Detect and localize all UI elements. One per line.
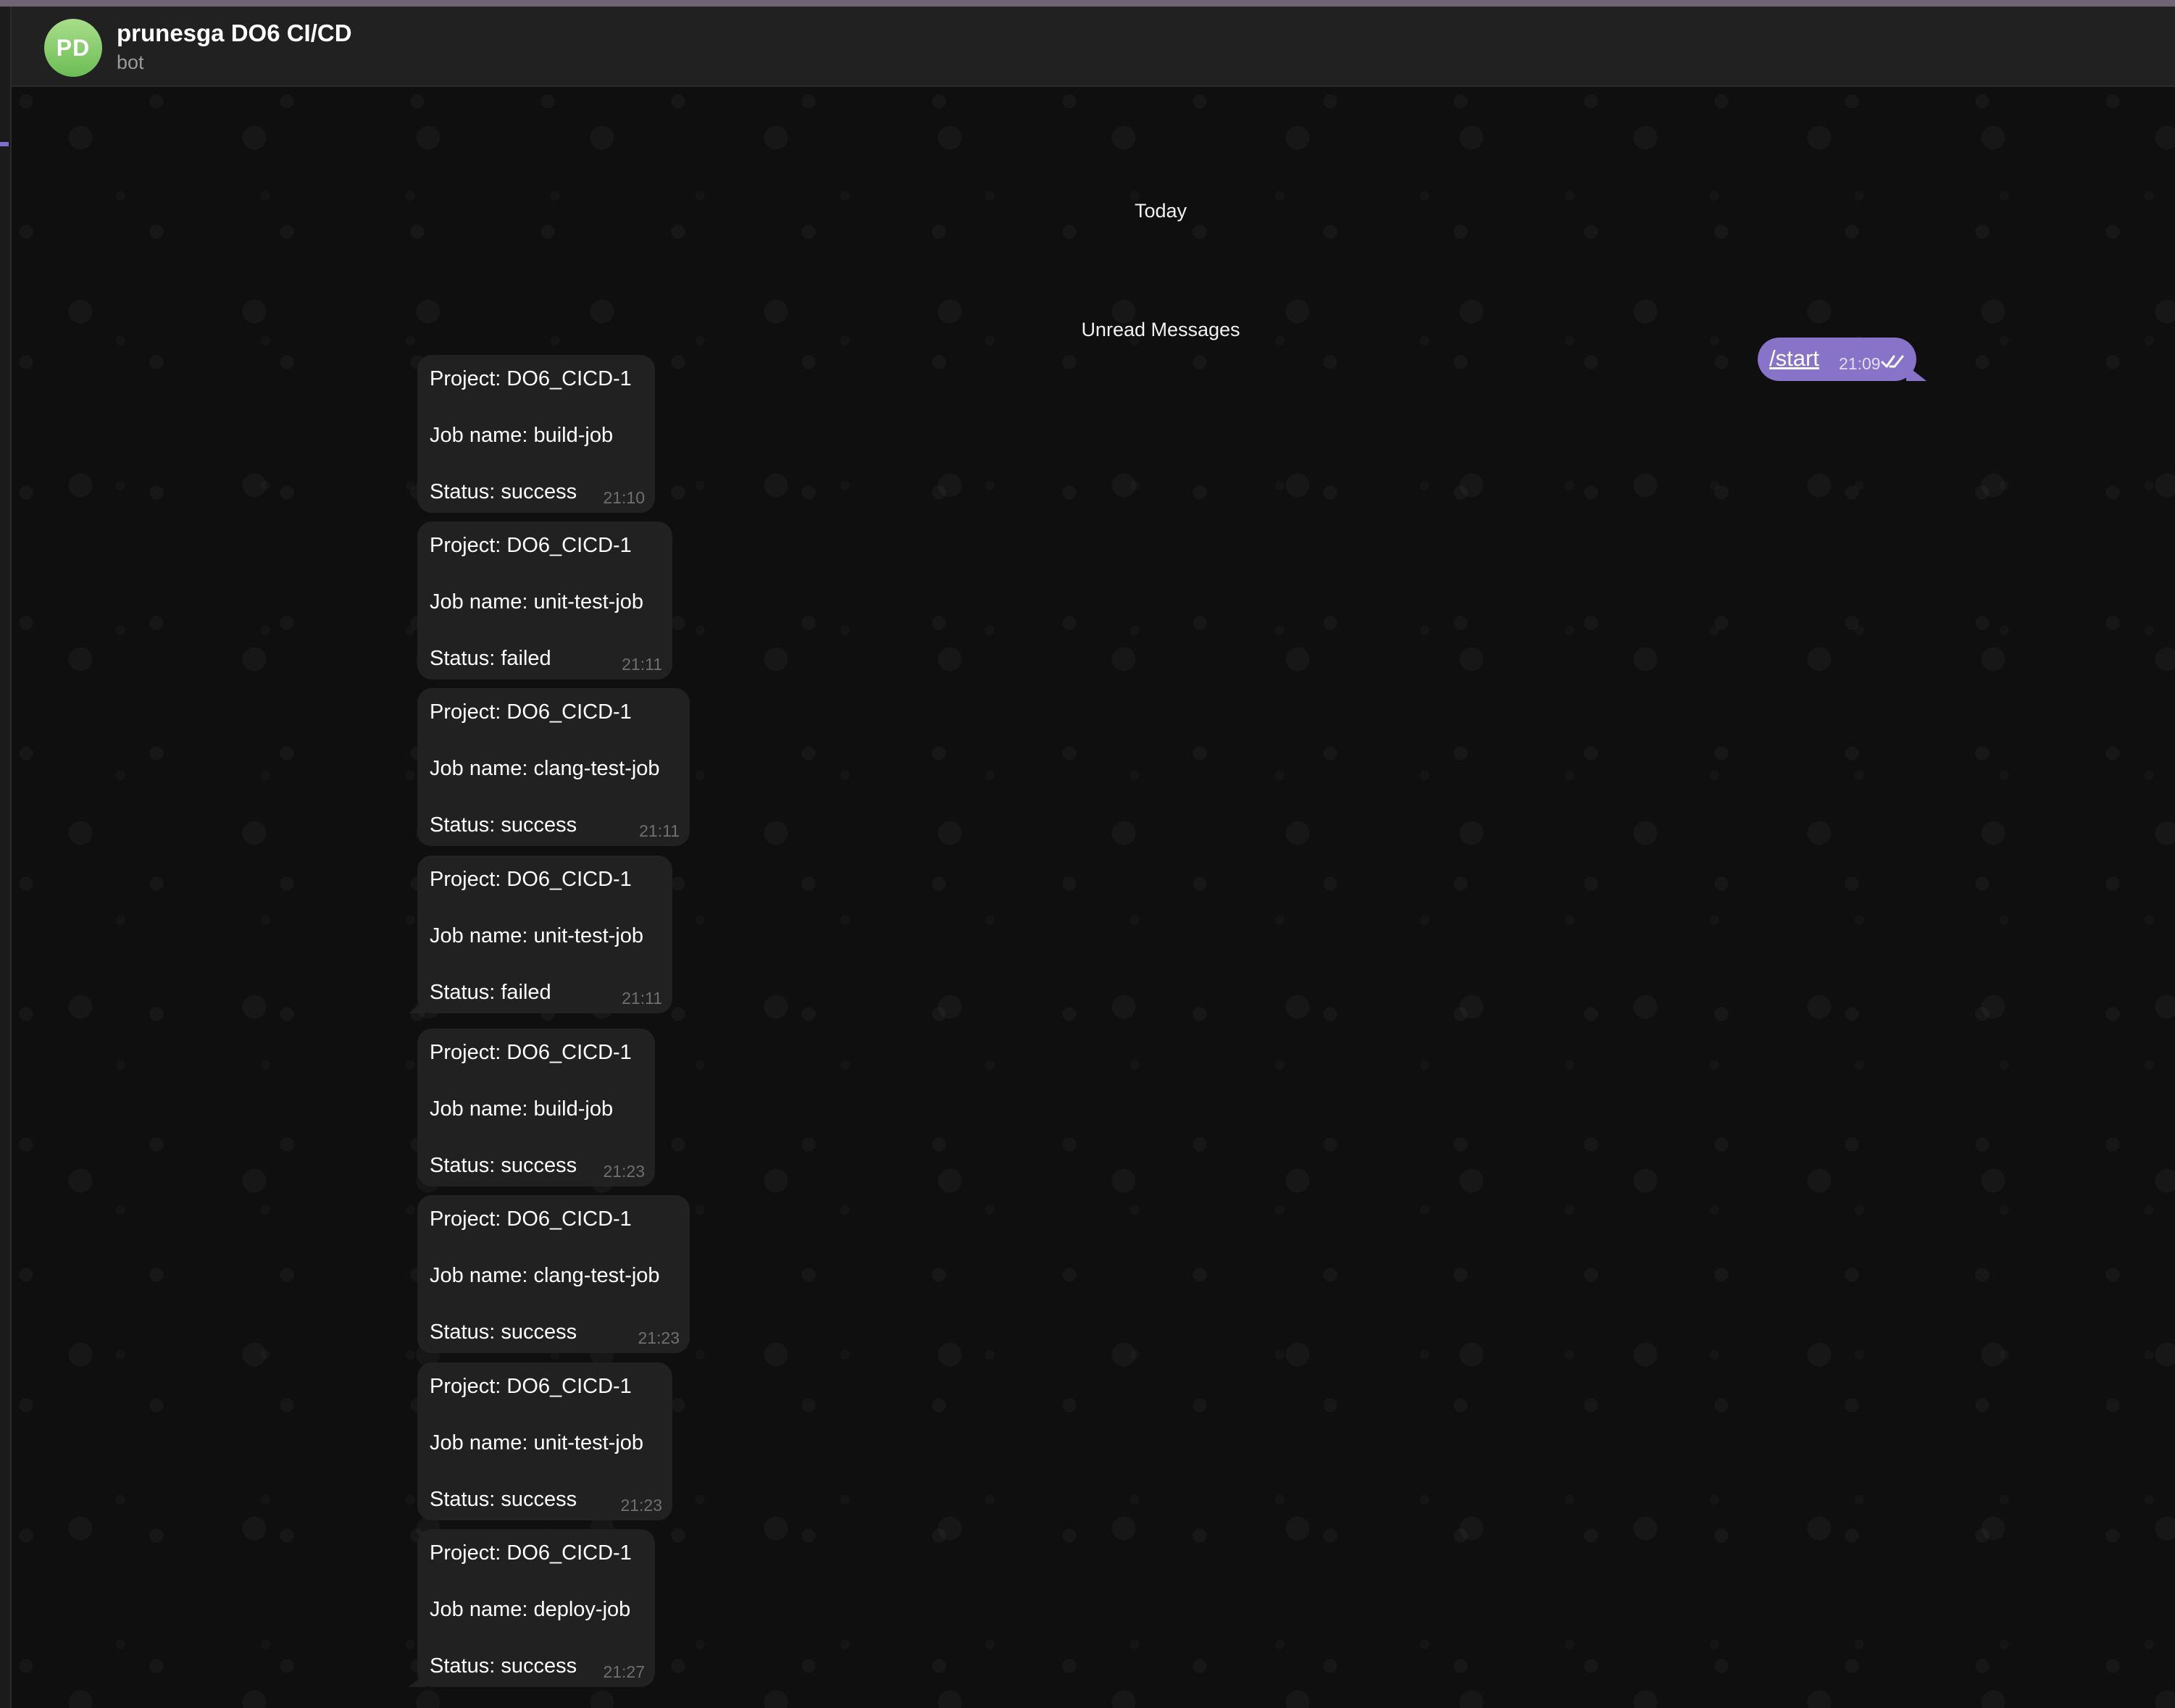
project-text: Project: DO6_CICD-1 — [430, 700, 632, 724]
project-text: Project: DO6_CICD-1 — [430, 1207, 632, 1231]
project-text: Project: DO6_CICD-1 — [430, 1375, 632, 1398]
chat-title[interactable]: prunesga DO6 CI/CD — [117, 20, 352, 47]
message-area[interactable]: Today /start 21:09 Unread Messages Proje… — [12, 87, 2175, 1708]
message-time: 21:11 — [622, 989, 662, 1008]
project-text: Project: DO6_CICD-1 — [430, 534, 632, 557]
message-time: 21:11 — [622, 655, 662, 674]
telegram-window: PD prunesga DO6 CI/CD bot Today /start 2… — [0, 0, 2175, 1708]
job-text: Job name: clang-test-job — [430, 757, 660, 780]
message-bubble[interactable]: Project: DO6_CICD-1 Job name: build-job … — [417, 1029, 655, 1186]
message-bubble[interactable]: Project: DO6_CICD-1 Job name: clang-test… — [417, 688, 690, 846]
message-time: 21:23 — [620, 1496, 662, 1515]
job-text: Job name: clang-test-job — [430, 1264, 660, 1287]
active-chat-indicator — [0, 142, 9, 146]
project-text: Project: DO6_CICD-1 — [430, 1541, 632, 1565]
message-bubble[interactable]: Project: DO6_CICD-1 Job name: unit-test-… — [409, 855, 672, 1013]
date-separator: Today — [12, 198, 2175, 224]
start-command-link[interactable]: /start — [1769, 346, 1819, 372]
message-bubble[interactable]: Project: DO6_CICD-1 Job name: clang-test… — [417, 1195, 690, 1353]
message-time: 21:23 — [603, 1162, 645, 1181]
bubble-tail — [409, 1673, 426, 1687]
double-check-icon — [1881, 355, 1904, 368]
project-text: Project: DO6_CICD-1 — [430, 367, 632, 390]
bubble-tail — [409, 999, 426, 1013]
outgoing-message[interactable]: /start 21:09 — [1758, 338, 1926, 381]
job-text: Job name: build-job — [430, 424, 614, 447]
window-top-border — [0, 0, 2175, 7]
message-bubble[interactable]: Project: DO6_CICD-1 Job name: build-job … — [417, 355, 655, 513]
date-label: Today — [1134, 200, 1187, 222]
message-time: 21:23 — [638, 1328, 680, 1347]
unread-label: Unread Messages — [1081, 319, 1240, 340]
bot-avatar[interactable]: PD — [44, 19, 102, 77]
message-time: 21:11 — [639, 821, 680, 840]
message-time: 21:27 — [603, 1662, 645, 1681]
job-text: Job name: unit-test-job — [430, 1431, 643, 1454]
project-text: Project: DO6_CICD-1 — [430, 868, 632, 891]
chat-subtitle: bot — [117, 51, 144, 73]
message-bubble[interactable]: Project: DO6_CICD-1 Job name: unit-test-… — [417, 1362, 672, 1520]
chat-list-edge[interactable] — [0, 7, 12, 1708]
job-text: Job name: unit-test-job — [430, 924, 643, 947]
message-time: 21:09 — [1839, 354, 1881, 373]
project-text: Project: DO6_CICD-1 — [430, 1041, 632, 1064]
job-text: Job name: deploy-job — [430, 1598, 631, 1621]
bubble-tail — [1906, 365, 1926, 381]
message-time: 21:10 — [603, 488, 645, 507]
job-text: Job name: unit-test-job — [430, 590, 643, 614]
message-bubble[interactable]: Project: DO6_CICD-1 Job name: deploy-job… — [409, 1529, 655, 1687]
unread-separator: Unread Messages — [12, 317, 2175, 343]
job-text: Job name: build-job — [430, 1097, 614, 1121]
avatar-initials: PD — [56, 34, 91, 61]
message-bubble[interactable]: Project: DO6_CICD-1 Job name: unit-test-… — [417, 522, 672, 679]
chat-header[interactable]: PD prunesga DO6 CI/CD bot — [12, 7, 2175, 87]
